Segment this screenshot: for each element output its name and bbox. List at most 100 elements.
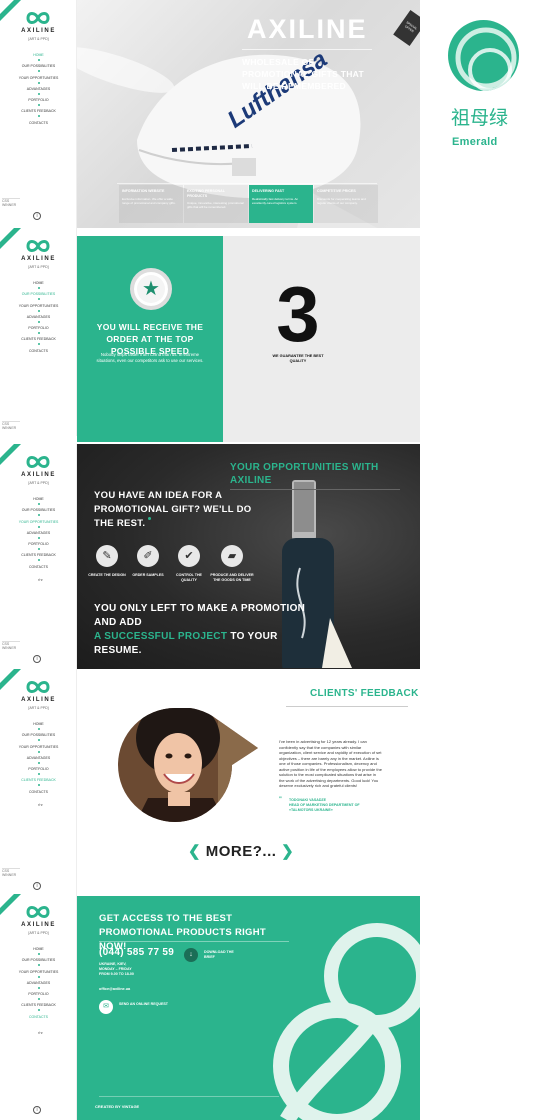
step-deliver[interactable]: ▰ PRODUCE AND DELIVER THE GOODS ON TIME: [210, 545, 254, 583]
feature-delivery[interactable]: DELIVERING FAST Realistically fast deliv…: [249, 185, 313, 223]
client-quote: I've been in advertising for 12 years al…: [279, 739, 382, 788]
phone-number[interactable]: (044) 585 77 59: [99, 947, 174, 958]
quote-mark-icon: ": [279, 797, 282, 803]
nav-item-feedback[interactable]: CLIENTS FEEDBACK: [0, 553, 76, 564]
sidebar-3: AXILINE [ART & PPD] HOME OUR POSSIBILITI…: [0, 444, 77, 669]
logo-text: AXILINE: [21, 922, 56, 928]
nav-item-possibilities[interactable]: OUR POSSIBILITIES: [0, 958, 76, 969]
css-winner-badge[interactable]: CSS WINNER: [2, 198, 20, 212]
axiline-logo-icon[interactable]: [26, 10, 50, 26]
closing-text: YOU ONLY LEFT TO MAKE A PROMOTION AND AD…: [94, 603, 306, 656]
hero-title: AXILINE: [247, 14, 368, 44]
nav-item-contacts[interactable]: CONTACTS: [0, 121, 76, 132]
step-samples[interactable]: ✐ ORDER SAMPLES: [127, 545, 169, 578]
partner-logo[interactable]: rhr: [38, 1030, 52, 1036]
sidebar-2: AXILINE [ART & PPD] HOME OUR POSSIBILITI…: [0, 228, 77, 436]
nav-item-opportunities[interactable]: YOUR OPPORTUNITIES: [0, 970, 76, 981]
nav-item-feedback[interactable]: CLIENTS FEEDBACK: [0, 778, 76, 789]
css-winner-badge[interactable]: CSS WINNER: [2, 868, 20, 882]
nav-item-contacts[interactable]: CONTACTS: [0, 790, 76, 801]
swatch-name-chinese: 祖母绿: [451, 107, 509, 129]
nav-item-possibilities[interactable]: OUR POSSIBILITIES: [0, 733, 76, 744]
feature-title: COMPETITIVE PRICES: [317, 189, 356, 193]
download-brief-link[interactable]: DOWNLOAD THE BRIEF: [204, 950, 244, 960]
nav-item-advantages[interactable]: ADVANTAGES: [0, 531, 76, 542]
nav-item-advantages[interactable]: ADVANTAGES: [0, 981, 76, 992]
nav-item-advantages[interactable]: ADVANTAGES: [0, 87, 76, 98]
nav-item-contacts[interactable]: CONTACTS: [0, 1015, 76, 1026]
nav-item-home[interactable]: HOME: [0, 281, 76, 292]
css-winner-badge[interactable]: CSS WINNER: [2, 421, 20, 435]
nav-item-home[interactable]: HOME: [0, 947, 76, 958]
email-link[interactable]: office@axiline.ua: [99, 987, 130, 991]
nav-item-opportunities[interactable]: YOUR OPPORTUNITIES: [0, 304, 76, 315]
info-icon[interactable]: i: [33, 1106, 41, 1114]
nav-item-home[interactable]: HOME: [0, 722, 76, 733]
feature-title: INFORMATION WEBSITE: [122, 189, 165, 193]
axiline-logo-icon[interactable]: [26, 679, 50, 695]
hero-subtitle: WHOLESALE OF PROMOTIONAL GIFTS THAT WILL…: [242, 57, 364, 91]
ribbon-decoration: [0, 894, 28, 921]
partner-logo[interactable]: rhr: [38, 577, 52, 583]
thumbs-up-icon: ✔: [178, 545, 200, 567]
step-label: ORDER SAMPLES: [132, 573, 164, 577]
nav-item-feedback[interactable]: CLIENTS FEEDBACK: [0, 337, 76, 348]
step-quality[interactable]: ✔ CONTROL THE QUALITY: [168, 545, 210, 583]
nav-item-possibilities[interactable]: OUR POSSIBILITIES: [0, 64, 76, 75]
step-label: CONTROL THE QUALITY: [176, 573, 202, 582]
info-icon[interactable]: i: [33, 882, 41, 890]
nav-item-portfolio[interactable]: PORTFOLIO: [0, 767, 76, 778]
nav-item-portfolio[interactable]: PORTFOLIO: [0, 542, 76, 553]
step-label: CREATE THE DESIGN: [88, 573, 126, 577]
step-label: PRODUCE AND DELIVER THE GOODS ON TIME: [210, 573, 254, 582]
nav-menu: HOME OUR POSSIBILITIES YOUR OPPORTUNITIE…: [0, 947, 76, 1026]
nav-item-opportunities[interactable]: YOUR OPPORTUNITIES: [0, 76, 76, 87]
nav-item-opportunities[interactable]: YOUR OPPORTUNITIES: [0, 520, 76, 531]
feedback-rule: [286, 706, 408, 707]
axiline-logo-icon[interactable]: [26, 454, 50, 470]
axiline-logo-icon[interactable]: [26, 238, 50, 254]
nav-item-contacts[interactable]: CONTACTS: [0, 565, 76, 576]
nav-item-possibilities[interactable]: OUR POSSIBILITIES: [0, 508, 76, 519]
nav-item-portfolio[interactable]: PORTFOLIO: [0, 992, 76, 1003]
logo-subtitle: [ART & PPD]: [28, 931, 49, 935]
partner-logo[interactable]: rhr: [38, 802, 52, 808]
online-request-link[interactable]: SEND AN ONLINE REQUEST: [119, 1002, 169, 1007]
chevron-left-icon[interactable]: ❮: [188, 843, 201, 860]
nav-menu: HOME OUR POSSIBILITIES YOUR OPPORTUNITIE…: [0, 497, 76, 576]
ribbon-decoration: [0, 228, 28, 255]
nav-item-advantages[interactable]: ADVANTAGES: [0, 756, 76, 767]
chevron-right-icon[interactable]: ❯: [281, 843, 294, 860]
nav-item-home[interactable]: HOME: [0, 53, 76, 64]
nav-item-possibilities[interactable]: OUR POSSIBILITIES: [0, 292, 76, 303]
download-icon[interactable]: ↓: [184, 948, 198, 962]
accent-dot: [148, 517, 152, 520]
feature-products[interactable]: EXCITING PERSONAL PRODUCTS Unique, innov…: [184, 185, 248, 223]
nav-item-feedback[interactable]: CLIENTS FEEDBACK: [0, 1003, 76, 1014]
sidebar-5: AXILINE [ART & PPD] HOME OUR POSSIBILITI…: [0, 894, 77, 1120]
created-by[interactable]: CREATED BY VINTAGE: [95, 1104, 139, 1109]
css-winner-badge[interactable]: CSS WINNER: [2, 641, 20, 655]
closing-accent: A SUCCESSFUL PROJECT: [94, 631, 228, 642]
nav-item-home[interactable]: HOME: [0, 497, 76, 508]
ribbon-decoration: [0, 444, 28, 471]
nav-item-contacts[interactable]: CONTACTS: [0, 349, 76, 360]
nav-item-portfolio[interactable]: PORTFOLIO: [0, 326, 76, 337]
nav-item-feedback[interactable]: CLIENTS FEEDBACK: [0, 109, 76, 120]
mail-icon[interactable]: ✉: [99, 1000, 113, 1014]
feedback-title: CLIENTS' FEEDBACK: [310, 688, 419, 699]
step-design[interactable]: ✎ CREATE THE DESIGN: [86, 545, 128, 578]
more-feedback-button[interactable]: ❮ MORE?... ❯: [188, 842, 294, 860]
sidebar-4: AXILINE [ART & PPD] HOME OUR POSSIBILITI…: [0, 669, 77, 894]
nav-item-portfolio[interactable]: PORTFOLIO: [0, 98, 76, 109]
info-icon[interactable]: i: [33, 655, 41, 663]
logo-text: AXILINE: [21, 472, 56, 478]
nav-item-advantages[interactable]: ADVANTAGES: [0, 315, 76, 326]
client-role: HEAD OF MARKETING DEPARTMENT OF «TALMOTO…: [289, 803, 360, 812]
feature-prices[interactable]: COMPETITIVE PRICES Discounts for coopera…: [314, 185, 378, 223]
axiline-logo-icon[interactable]: [26, 904, 50, 920]
opportunities-title: YOUR OPPORTUNITIES WITH AXILINE: [230, 462, 379, 486]
info-icon[interactable]: i: [33, 212, 41, 220]
nav-item-opportunities[interactable]: YOUR OPPORTUNITIES: [0, 745, 76, 756]
feature-information[interactable]: INFORMATION WEBSITE Exclusive informatio…: [119, 185, 183, 223]
